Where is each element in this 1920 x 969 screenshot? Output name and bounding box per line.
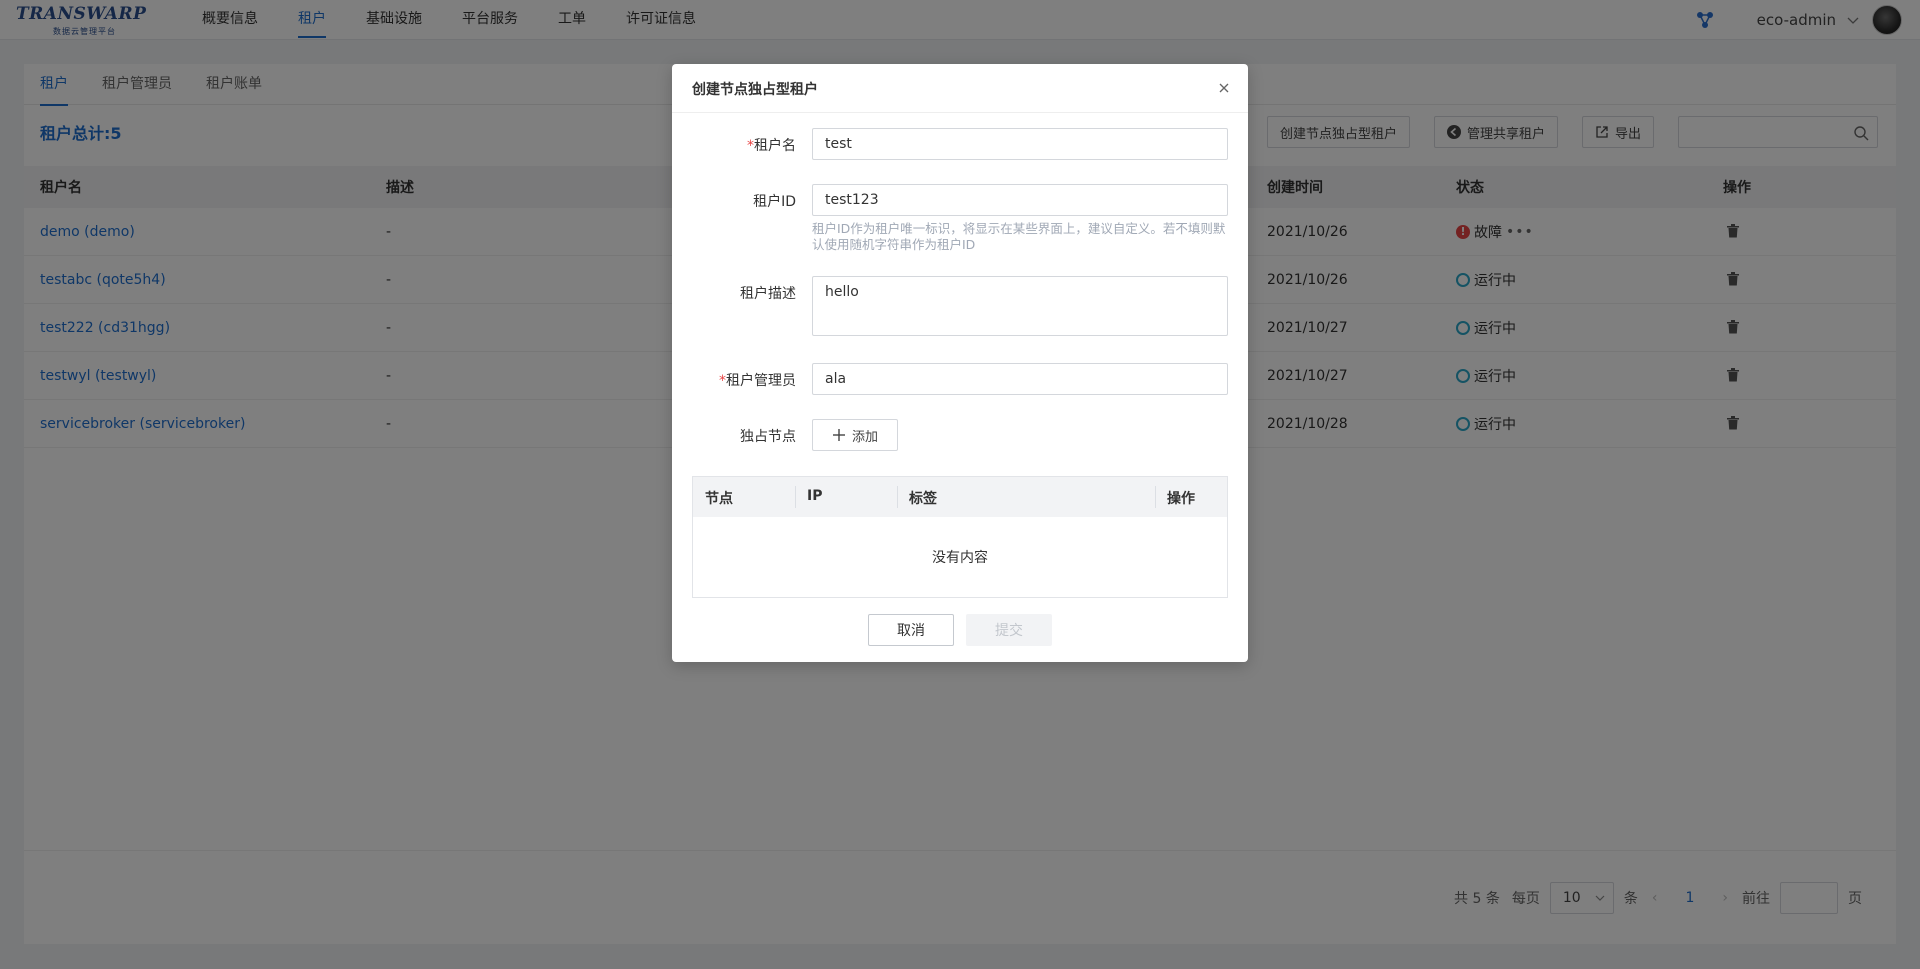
tenant-admin-label: *租户管理员 xyxy=(719,370,796,390)
node-table: 节点 IP 标签 操作 没有内容 xyxy=(692,476,1228,598)
create-tenant-dialog: 创建节点独占型租户 *租户名 test 租户ID test123 租户ID作为租… xyxy=(672,64,1248,662)
tenant-id-input[interactable]: test123 xyxy=(812,184,1228,216)
tenant-desc-label: 租户描述 xyxy=(740,286,796,302)
close-icon[interactable] xyxy=(1218,82,1230,94)
tenant-admin-input[interactable]: ala xyxy=(812,363,1228,395)
dialog-divider xyxy=(672,112,1248,113)
empty-state-text: 没有内容 xyxy=(932,550,988,566)
dialog-title: 创建节点独占型租户 xyxy=(692,82,818,98)
node-table-header: 节点 IP 标签 操作 xyxy=(693,477,1227,517)
tenant-id-label: 租户ID xyxy=(753,194,796,210)
tenant-admin-label-text: 租户管理员 xyxy=(726,373,796,389)
tags-column-header: 标签 xyxy=(909,491,937,507)
tenant-id-hint: 租户ID作为租户唯一标识，将显示在某些界面上，建议自定义。若不填则默认使用随机字… xyxy=(812,221,1226,252)
add-node-label: 添加 xyxy=(851,429,878,445)
submit-button[interactable]: 提交 xyxy=(966,614,1052,646)
tenant-name-label: *租户名 xyxy=(747,135,796,155)
column-divider xyxy=(897,486,898,508)
ip-column-header: IP xyxy=(807,488,823,504)
tenant-desc-textarea[interactable]: hello xyxy=(812,276,1228,336)
exclusive-nodes-label: 独占节点 xyxy=(740,429,796,445)
required-mark: * xyxy=(719,373,726,389)
tenant-name-input[interactable]: test xyxy=(812,128,1228,160)
add-node-button[interactable]: 添加 xyxy=(812,419,898,451)
column-divider xyxy=(1155,486,1156,508)
required-mark: * xyxy=(747,138,754,154)
column-divider xyxy=(795,486,796,508)
actions-column-header: 操作 xyxy=(1167,491,1195,507)
tenant-name-label-text: 租户名 xyxy=(754,138,796,154)
cancel-button[interactable]: 取消 xyxy=(868,614,954,646)
node-column-header: 节点 xyxy=(705,491,733,507)
plus-icon xyxy=(832,429,845,441)
